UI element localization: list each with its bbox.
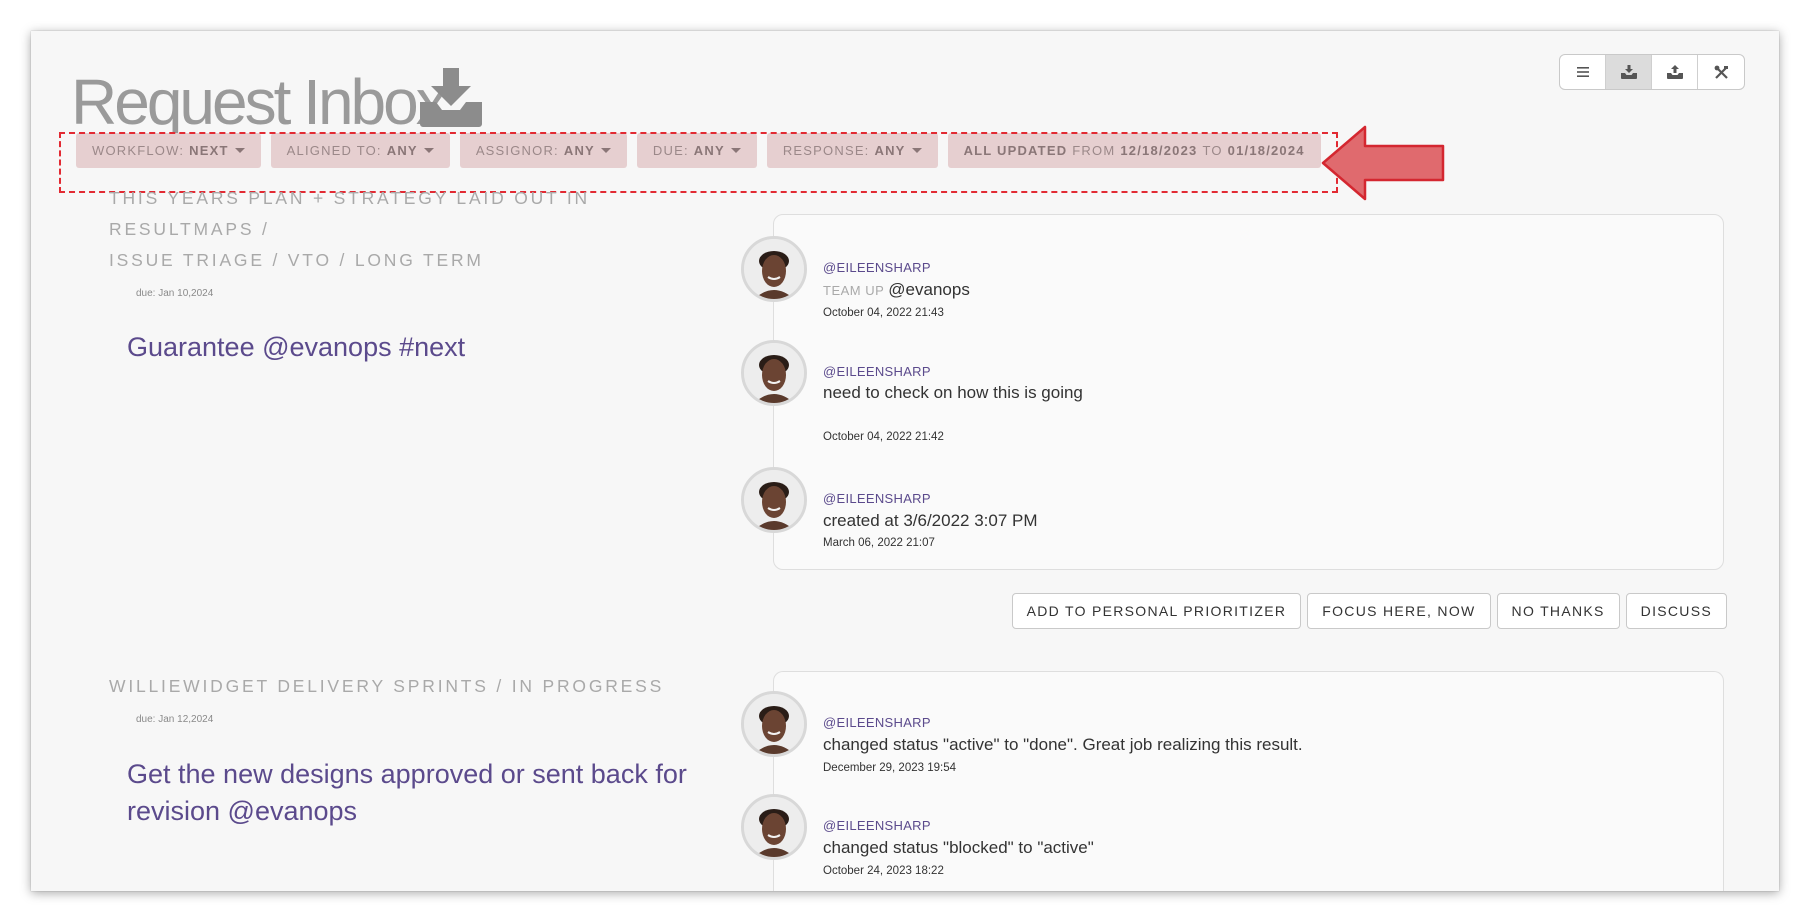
filter-bar: WORKFLOW: NEXT ALIGNED TO: ANY ASSIGNOR:… [76, 133, 1321, 168]
list-icon [1576, 67, 1589, 77]
filter-value: ANY [874, 143, 906, 158]
avatar [741, 340, 807, 406]
tools-view-button[interactable] [1698, 55, 1744, 89]
activity-card [773, 671, 1724, 891]
activity-user[interactable]: @EILEENSHARP [823, 491, 931, 506]
avatar [741, 794, 807, 860]
request-path: THIS YEARS PLAN + STRATEGY LAID OUT IN R… [109, 183, 709, 276]
avatar [741, 236, 807, 302]
inbox-icon [1620, 65, 1637, 79]
no-thanks-button[interactable]: NO THANKS [1496, 593, 1620, 629]
activity-message: created at 3/6/2022 3:07 PM [823, 511, 1038, 530]
user-avatar-icon [744, 694, 804, 754]
request-title[interactable]: Get the new designs approved or sent bac… [127, 756, 717, 830]
caret-down-icon [730, 148, 741, 153]
to-label: TO [1202, 143, 1223, 158]
request-path: WILLIEWIDGET DELIVERY SPRINTS / IN PROGR… [109, 671, 709, 702]
avatar [741, 467, 807, 533]
outbox-view-button[interactable] [1652, 55, 1698, 89]
user-avatar-icon [744, 470, 804, 530]
activity-timestamp: October 04, 2022 21:42 [823, 431, 944, 443]
filter-value: ANY [693, 143, 725, 158]
request-actions: ADD TO PERSONAL PRIORITIZER FOCUS HERE, … [1011, 593, 1727, 629]
path-line: THIS YEARS PLAN + STRATEGY LAID OUT IN R… [109, 188, 590, 239]
activity-text: @evanops [888, 280, 970, 299]
due-date: due: Jan 12,2024 [136, 714, 214, 725]
filter-label: ALL UPDATED [963, 143, 1068, 158]
user-avatar-icon [744, 239, 804, 299]
inbox-download-icon [420, 68, 482, 127]
filter-label: RESPONSE: [782, 143, 870, 158]
activity-timestamp: March 06, 2022 21:07 [823, 537, 935, 549]
due-filter[interactable]: DUE: ANY [636, 133, 757, 168]
due-date: due: Jan 10,2024 [136, 288, 214, 299]
activity-timestamp: October 24, 2023 18:22 [823, 865, 944, 877]
activity-tag: TEAM UP [823, 283, 885, 298]
view-switcher [1559, 54, 1745, 90]
aligned-to-filter[interactable]: ALIGNED TO: ANY [270, 133, 450, 168]
user-avatar-icon [744, 797, 804, 857]
workflow-filter[interactable]: WORKFLOW: NEXT [76, 133, 261, 168]
caret-down-icon [234, 148, 245, 153]
app-window: Request Inbox WORKFLOW: NEXT ALIGNED TO:… [31, 31, 1779, 891]
assignor-filter[interactable]: ASSIGNOR: ANY [459, 133, 627, 168]
activity-user[interactable]: @EILEENSHARP [823, 715, 931, 730]
caret-down-icon [423, 148, 434, 153]
path-line: ISSUE TRIAGE / VTO / LONG TERM [109, 250, 484, 270]
discuss-button[interactable]: DISCUSS [1625, 593, 1727, 629]
activity-message: TEAM UP @evanops [823, 280, 970, 300]
activity-message: changed status "active" to "done". Great… [823, 735, 1303, 754]
filter-value: ANY [563, 143, 595, 158]
list-view-button[interactable] [1560, 55, 1606, 89]
filter-value: ANY [386, 143, 418, 158]
filter-label: ALIGNED TO: [286, 143, 382, 158]
updated-date-filter[interactable]: ALL UPDATED FROM 12/18/2023 TO 01/18/202… [947, 133, 1321, 168]
activity-user[interactable]: @EILEENSHARP [823, 818, 931, 833]
filter-label: DUE: [652, 143, 689, 158]
activity-timestamp: October 04, 2022 21:43 [823, 307, 944, 319]
focus-here-button[interactable]: FOCUS HERE, NOW [1307, 593, 1491, 629]
caret-down-icon [911, 148, 922, 153]
request-title[interactable]: Guarantee @evanops #next [127, 329, 717, 366]
add-to-prioritizer-button[interactable]: ADD TO PERSONAL PRIORITIZER [1011, 593, 1302, 629]
to-date: 01/18/2024 [1227, 143, 1305, 158]
from-label: FROM [1072, 143, 1116, 158]
page-title: Request Inbox [71, 66, 448, 138]
user-avatar-icon [744, 343, 804, 403]
filter-label: WORKFLOW: [92, 143, 185, 158]
outbox-icon [1666, 65, 1683, 79]
activity-message: need to check on how this is going [823, 383, 1083, 402]
filter-value: NEXT [189, 143, 229, 158]
filter-label: ASSIGNOR: [475, 143, 559, 158]
tools-icon [1714, 65, 1728, 79]
inbox-view-button[interactable] [1606, 55, 1652, 89]
path-line: WILLIEWIDGET DELIVERY SPRINTS / IN PROGR… [109, 676, 665, 696]
avatar [741, 691, 807, 757]
activity-user[interactable]: @EILEENSHARP [823, 364, 931, 379]
caret-down-icon [600, 148, 611, 153]
pointer-arrow-icon [1321, 125, 1445, 201]
activity-user[interactable]: @EILEENSHARP [823, 260, 931, 275]
activity-timestamp: December 29, 2023 19:54 [823, 762, 956, 774]
response-filter[interactable]: RESPONSE: ANY [766, 133, 938, 168]
activity-message: changed status "blocked" to "active" [823, 838, 1094, 857]
from-date: 12/18/2023 [1120, 143, 1198, 158]
